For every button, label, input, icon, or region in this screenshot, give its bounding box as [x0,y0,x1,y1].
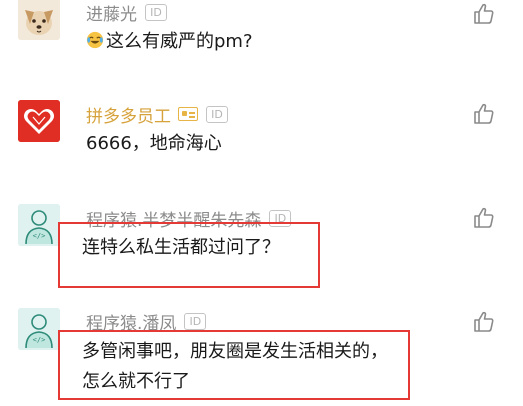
comment-text: 这么有威严的pm? [86,28,253,56]
username[interactable]: 拼多多员工 [86,102,171,127]
id-badge: ID [145,3,167,21]
laughing-crying-emoji-icon [86,31,104,49]
svg-text:</>: </> [33,232,46,240]
id-badge: ID [184,312,207,330]
comment-text: 6666，地命海心 [86,133,222,154]
thumbs-up-icon[interactable] [472,102,496,126]
thumbs-up-icon[interactable] [472,310,496,334]
name-row: 拼多多员工 ID [86,102,228,127]
thumbs-up-icon[interactable] [472,206,496,230]
avatar[interactable] [18,100,60,142]
thumbs-up-icon[interactable] [472,2,496,26]
svg-text:</>: </> [33,336,46,344]
avatar[interactable] [18,0,60,40]
avatar[interactable]: </> [18,204,60,246]
vip-card-icon [178,107,198,121]
id-badge: ID [206,105,228,123]
comment-item: 拼多多员工 ID 6666，地命海心 [0,100,523,195]
comment-text-content: 这么有威严的pm? [106,31,253,52]
name-row: 进藤光 ID [86,0,167,25]
comment-item: </> 程序猿.潘凤 ID 多管闲事吧，朋友圈是发生活相关的， 怎么就不行了 [0,306,523,406]
red-highlight-box [58,330,410,400]
comment-item: 进藤光 ID 这么有威严的pm? [0,0,523,90]
red-highlight-box [58,222,320,288]
username[interactable]: 进藤光 [86,0,137,25]
avatar[interactable]: </> [18,308,60,350]
comment-item: </> 程序猿.半梦半醒朱先森 ID 连特么私生活都过问了？ [0,204,523,294]
